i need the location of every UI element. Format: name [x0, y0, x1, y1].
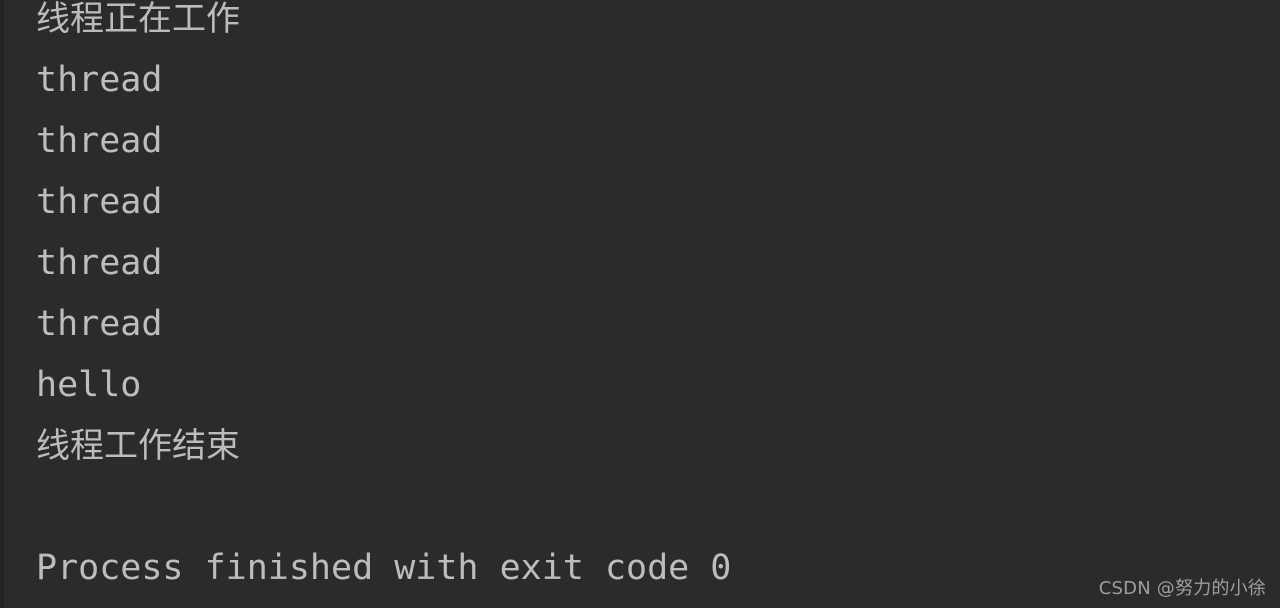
console-line: thread [36, 243, 163, 283]
console-exit-status-line: Process finished with exit code 0 [36, 548, 732, 588]
console-line: 线程正在工作 [36, 0, 240, 39]
console-line: 线程工作结束 [36, 426, 240, 466]
csdn-watermark: CSDN @努力的小徐 [1098, 578, 1266, 599]
console-line: hello [36, 365, 142, 405]
console-output-panel[interactable]: 线程正在工作 thread thread thread thread threa… [0, 0, 1280, 608]
console-line: thread [36, 182, 163, 222]
console-line: thread [36, 60, 163, 100]
console-line: thread [36, 121, 163, 161]
console-text-area[interactable]: 线程正在工作 thread thread thread thread threa… [0, 0, 1280, 599]
console-line: thread [36, 304, 163, 344]
